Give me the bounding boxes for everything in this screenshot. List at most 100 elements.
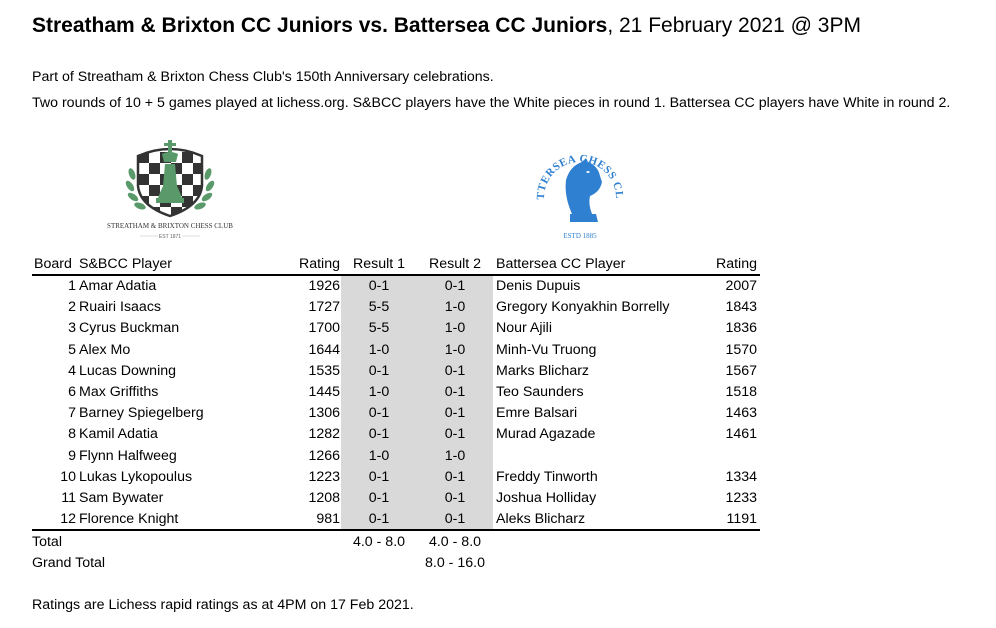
result-2: 0-1 — [444, 426, 466, 443]
battersea-player: Gregory Konyakhin Borrelly — [496, 299, 670, 316]
sbcc-player: Barney Spiegelberg — [79, 405, 204, 422]
battersea-player: Aleks Blicharz — [496, 511, 586, 528]
result-2: 0-1 — [444, 384, 466, 400]
result-1: 0-1 — [368, 362, 390, 379]
sbcc-rating: 1727 — [308, 299, 340, 316]
board-number: 10 — [60, 468, 76, 485]
table-row: 7 Barney Spiegelberg 1306 0-1 0-1 Emre Balsar… — [32, 403, 762, 424]
grand-total-row: Grand Total 8.0 - 16.0 — [32, 553, 762, 574]
battersea-player: Marks Blicharz — [496, 362, 590, 379]
sbcc-player: Lukas Lykopoulus — [79, 468, 193, 485]
grand-total-label: Grand Total — [32, 555, 106, 571]
table-row: 5 Alex Mo 1644 1-0 1-0 Minh-Vu Truong 1570 — [32, 340, 762, 361]
battersea-rating: 1463 — [725, 405, 757, 422]
sbcc-rating: 1208 — [308, 490, 340, 506]
header-board: Board — [34, 256, 72, 272]
sbcc-player: Kamil Adatia — [79, 426, 158, 443]
sbcc-logo-est: EST 1871 — [159, 234, 181, 240]
board-number: 5 — [68, 341, 76, 358]
sbcc-rating: 981 — [316, 511, 340, 528]
sbcc-logo-name: STREATHAM & BRIXTON CHESS CLUB — [107, 222, 233, 230]
battersea-rating: 1836 — [725, 320, 757, 337]
result-1: 0-1 — [368, 490, 390, 506]
result-2: 1-0 — [444, 341, 466, 358]
header-rating: Rating — [298, 256, 340, 272]
result-1: 0-1 — [368, 468, 390, 485]
total-rule — [32, 529, 760, 531]
ratings-note: Ratings are Lichess rapid ratings as at … — [32, 597, 414, 613]
result-2: 1-0 — [444, 447, 466, 464]
battersea-rating: 1233 — [725, 490, 757, 506]
sbcc-player: Max Griffiths — [79, 384, 159, 400]
battersea-player: Emre Balsari — [496, 405, 578, 422]
battersea-rating: 1567 — [725, 362, 757, 379]
sbcc-rating: 1282 — [308, 426, 340, 443]
grand-total-value: 8.0 - 16.0 — [425, 555, 485, 571]
table-row: 9 Flynn Halfweeg 1266 1-0 1-0 — [32, 446, 762, 467]
table-row: 8 Kamil Adatia 1282 0-1 0-1 Murad Agazade 1461 — [32, 424, 762, 445]
total-label: Total — [32, 534, 62, 550]
sbcc-rating: 1266 — [308, 447, 340, 464]
sbcc-player: Alex Mo — [79, 341, 131, 358]
sbcc-rating: 1700 — [308, 320, 340, 337]
total-result-2: 4.0 - 8.0 — [428, 534, 482, 550]
sbcc-player: Ruairi Isaacs — [79, 299, 162, 316]
result-1: 1-0 — [368, 447, 390, 464]
battersea-logo: BATTERSEA CHESS CLUB ESTD 1885 — [526, 125, 630, 244]
table-row: 2 Ruairi Isaacs 1727 5-5 1-0 Gregory Konyakhi… — [32, 297, 762, 318]
sbcc-player: Flynn Halfweeg — [79, 447, 177, 464]
battersea-rating: 1191 — [726, 511, 757, 528]
board-number: 9 — [68, 447, 76, 464]
sbcc-rating: 1644 — [308, 341, 340, 358]
sbcc-crest-icon: STREATHAM & BRIXTON CHESS CLUB EST 1871 — [107, 140, 233, 240]
table-row: 10 Lukas Lykopoulus 1223 0-1 0-1 Freddy Tinwo… — [32, 467, 762, 488]
result-1: 0-1 — [368, 426, 390, 443]
battersea-player: Joshua Holliday — [496, 490, 597, 506]
intro-anniversary: Part of Streatham & Brixton Chess Club's… — [32, 69, 494, 85]
battersea-rating: 1334 — [725, 468, 757, 485]
board-number: 6 — [68, 384, 76, 400]
battersea-rating: 2007 — [725, 278, 757, 294]
battersea-player: Minh-Vu Truong — [496, 341, 597, 358]
table-row: 6 Max Griffiths 1445 1-0 0-1 Teo Saunders 1518 — [32, 382, 762, 403]
board-number: 7 — [68, 405, 76, 422]
sbcc-player: Lucas Downing — [79, 362, 177, 379]
result-1: 5-5 — [368, 320, 390, 337]
header-result-2: Result 2 — [428, 256, 482, 272]
board-number: 4 — [68, 362, 76, 379]
header-battersea-player: Battersea CC Player — [496, 256, 626, 272]
battersea-rating: 1570 — [725, 341, 757, 358]
result-2: 1-0 — [444, 320, 466, 337]
result-2: 0-1 — [444, 362, 466, 379]
intro-format: Two rounds of 10 + 5 games played at lic… — [32, 95, 951, 111]
result-2: 1-0 — [444, 299, 466, 316]
board-number: 12 — [60, 511, 76, 528]
sbcc-logo: STREATHAM & BRIXTON CHESS CLUB EST 1871 — [80, 134, 260, 244]
board-number: 11 — [61, 490, 76, 506]
total-row: Total 4.0 - 8.0 4.0 - 8.0 — [32, 532, 762, 553]
result-2: 0-1 — [444, 405, 466, 422]
result-1: 0-1 — [368, 511, 390, 528]
header-result-1: Result 1 — [352, 256, 406, 272]
table-row: 3 Cyrus Buckman 1700 5-5 1-0 Nour Ajili 1836 — [32, 318, 762, 339]
page-title: Streatham & Brixton CC Juniors vs. Batte… — [32, 14, 861, 38]
header-opponent-rating: Rating — [715, 256, 757, 272]
result-2: 0-1 — [444, 278, 466, 294]
result-2: 0-1 — [444, 511, 466, 528]
table-header: Board S&BCC Player Rating Result 1 Resul… — [32, 254, 762, 275]
result-1: 0-1 — [368, 405, 390, 422]
table-row: 12 Florence Knight 981 0-1 0-1 Aleks Blicharz… — [32, 509, 762, 530]
battersea-player: Nour Ajili — [496, 320, 552, 337]
title-date: , 21 February 2021 @ 3PM — [607, 14, 861, 37]
board-number: 8 — [68, 426, 76, 443]
battersea-player: Denis Dupuis — [496, 278, 581, 294]
battersea-logo-est: ESTD 1885 — [563, 232, 597, 240]
battersea-knight-icon: BATTERSEA CHESS CLUB ESTD 1885 — [526, 125, 625, 240]
table-row: 11 Sam Bywater 1208 0-1 0-1 Joshua Holliday 12… — [32, 488, 762, 509]
board-number: 2 — [68, 299, 76, 316]
result-1: 5-5 — [368, 299, 390, 316]
sbcc-rating: 1926 — [308, 278, 340, 294]
result-2: 0-1 — [444, 490, 466, 506]
sbcc-rating: 1306 — [308, 405, 340, 422]
total-result-1: 4.0 - 8.0 — [352, 534, 406, 550]
